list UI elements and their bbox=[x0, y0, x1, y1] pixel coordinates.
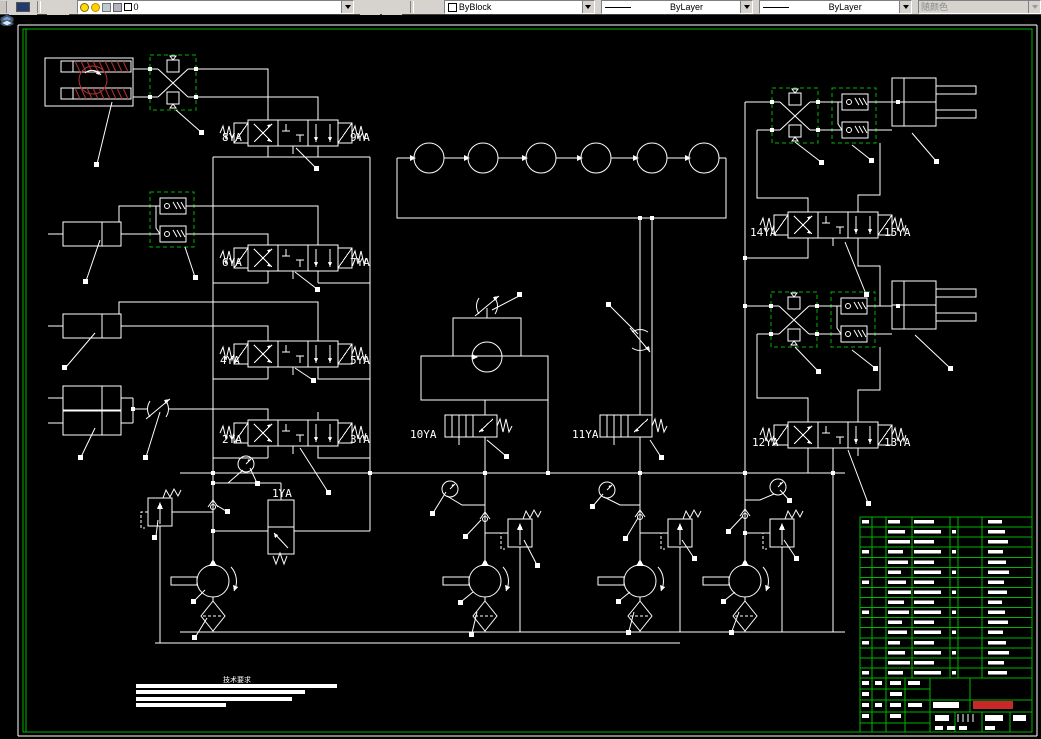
drawing-title-red-text bbox=[973, 701, 1013, 709]
plotstyle-combo: 随颜色 bbox=[918, 0, 1041, 14]
lineweight-combo[interactable]: ByLayer bbox=[759, 0, 913, 14]
color-combo[interactable]: ByBlock bbox=[443, 0, 595, 14]
valve-labels: 8YA 9YA 6YA 7YA 4YA 5YA 2YA 3YA 10YA 11Y… bbox=[220, 131, 911, 500]
leader-lines bbox=[62, 101, 953, 640]
throttle-module-top-right[interactable] bbox=[831, 87, 877, 144]
label-3ya: 3YA bbox=[350, 433, 370, 446]
filter-1[interactable] bbox=[200, 600, 226, 632]
layer-plot-icon[interactable] bbox=[112, 2, 122, 12]
valve-2ya-3ya[interactable] bbox=[219, 411, 367, 455]
rotary-units-chain[interactable] bbox=[396, 142, 727, 415]
color-value: ByBlock bbox=[458, 2, 492, 12]
pressure-gauge-4[interactable] bbox=[769, 478, 787, 496]
lineweight-sample-icon bbox=[763, 6, 790, 8]
toolbar-separator bbox=[409, 1, 414, 13]
tech-requirements-title: 技术要求 bbox=[223, 675, 251, 684]
layer-combo-arrow[interactable] bbox=[341, 1, 354, 13]
drawing-canvas[interactable]: 8YA 9YA 6YA 7YA 4YA 5YA 2YA 3YA 10YA 11Y… bbox=[0, 14, 1041, 739]
cylinder-top-right-a[interactable] bbox=[891, 77, 977, 103]
layer-previous-icon bbox=[0, 15, 14, 26]
cylinder-top-right-b[interactable] bbox=[891, 101, 977, 127]
view-icon bbox=[15, 2, 30, 12]
relief-valve-1[interactable] bbox=[140, 488, 182, 529]
linetype-sample-icon bbox=[604, 6, 631, 8]
make-object-layer-current-button[interactable] bbox=[0, 0, 381, 26]
lineweight-value: ByLayer bbox=[828, 2, 862, 12]
label-9ya: 9YA bbox=[350, 131, 370, 144]
filter-4[interactable] bbox=[732, 600, 758, 632]
cylinder-row3[interactable] bbox=[47, 313, 122, 339]
lineweight-combo-arrow[interactable] bbox=[899, 1, 912, 13]
cylinder-row2[interactable] bbox=[47, 221, 122, 247]
crossover-module-mid-right[interactable] bbox=[768, 291, 820, 348]
color-swatch-icon bbox=[447, 2, 457, 12]
relief-valve-2[interactable] bbox=[500, 509, 542, 550]
title-block-black-cell bbox=[929, 677, 971, 701]
label-11ya: 11YA bbox=[572, 428, 599, 441]
valve-8ya-9ya[interactable] bbox=[219, 111, 367, 155]
label-5ya: 5YA bbox=[350, 354, 370, 367]
valve-1ya[interactable] bbox=[267, 499, 295, 566]
cylinder-row4b[interactable] bbox=[47, 410, 122, 436]
layer-freeze-icon[interactable] bbox=[90, 2, 100, 12]
toolbar: 0 ByBlock ByLayer ByLayer 随颜色 bbox=[0, 0, 1041, 26]
pump-3[interactable] bbox=[597, 558, 666, 598]
pump-1[interactable] bbox=[170, 558, 239, 598]
linetype-combo-arrow[interactable] bbox=[740, 1, 753, 13]
crossover-module-top-right[interactable] bbox=[769, 87, 821, 144]
throttle-module-mid-right[interactable] bbox=[830, 291, 876, 348]
linetype-value: ByLayer bbox=[669, 2, 703, 12]
filter-3[interactable] bbox=[627, 600, 653, 632]
cylinder-mid-right-a[interactable] bbox=[891, 280, 977, 306]
throttle-row4[interactable] bbox=[145, 398, 171, 420]
color-combo-arrow[interactable] bbox=[581, 1, 594, 13]
paper-border bbox=[17, 24, 1038, 737]
layer-on-icon[interactable] bbox=[79, 2, 89, 12]
label-15ya: 15YA bbox=[884, 226, 911, 239]
label-12ya: 12YA bbox=[752, 436, 779, 449]
relief-valve-4[interactable] bbox=[762, 509, 804, 550]
label-8ya: 8YA bbox=[222, 131, 242, 144]
label-4ya: 4YA bbox=[220, 354, 240, 367]
clamp-fixture[interactable] bbox=[44, 57, 134, 107]
valve-14ya-15ya[interactable] bbox=[759, 203, 907, 247]
valve-4ya-5ya[interactable] bbox=[219, 332, 367, 376]
valve-10ya[interactable] bbox=[444, 406, 513, 446]
relief-valve-3[interactable] bbox=[660, 509, 702, 550]
throttle-module-row2[interactable] bbox=[149, 191, 195, 248]
layers-dialog-button[interactable] bbox=[0, 0, 69, 26]
label-14ya: 14YA bbox=[750, 226, 777, 239]
pump-4[interactable] bbox=[702, 558, 771, 598]
valve-12ya-13ya[interactable] bbox=[759, 413, 907, 457]
drawing-frame bbox=[22, 28, 1033, 733]
layer-lock-icon[interactable] bbox=[101, 2, 111, 12]
linetype-combo[interactable]: ByLayer bbox=[600, 0, 754, 14]
title-block bbox=[859, 677, 1032, 732]
layer-color-swatch bbox=[123, 3, 132, 11]
cylinder-mid-right-b[interactable] bbox=[891, 304, 977, 330]
valve-6ya-7ya[interactable] bbox=[219, 236, 367, 280]
label-13ya: 13YA bbox=[884, 436, 911, 449]
toolbar-separator bbox=[36, 1, 41, 13]
label-7ya: 7YA bbox=[350, 256, 370, 269]
toolbar-button-partial[interactable] bbox=[0, 1, 7, 13]
layer-combo[interactable]: 0 bbox=[76, 0, 355, 14]
label-10ya: 10YA bbox=[410, 428, 437, 441]
technical-requirements: 技术要求 bbox=[136, 675, 337, 707]
layer-name: 0 bbox=[133, 2, 139, 12]
label-6ya: 6YA bbox=[222, 256, 242, 269]
valve-11ya[interactable] bbox=[599, 406, 668, 446]
named-view-button[interactable] bbox=[8, 0, 37, 15]
layer-previous-button[interactable] bbox=[0, 0, 402, 26]
filter-2[interactable] bbox=[472, 600, 498, 632]
label-1ya: 1YA bbox=[272, 487, 292, 500]
crossover-module-top-left[interactable] bbox=[147, 54, 199, 111]
cylinder-row4a[interactable] bbox=[47, 385, 122, 411]
plotstyle-combo-arrow bbox=[1028, 1, 1041, 13]
pump-2[interactable] bbox=[442, 558, 511, 598]
label-2ya: 2YA bbox=[222, 433, 242, 446]
parts-list-table bbox=[859, 516, 1033, 679]
plotstyle-value: 随颜色 bbox=[921, 2, 949, 12]
